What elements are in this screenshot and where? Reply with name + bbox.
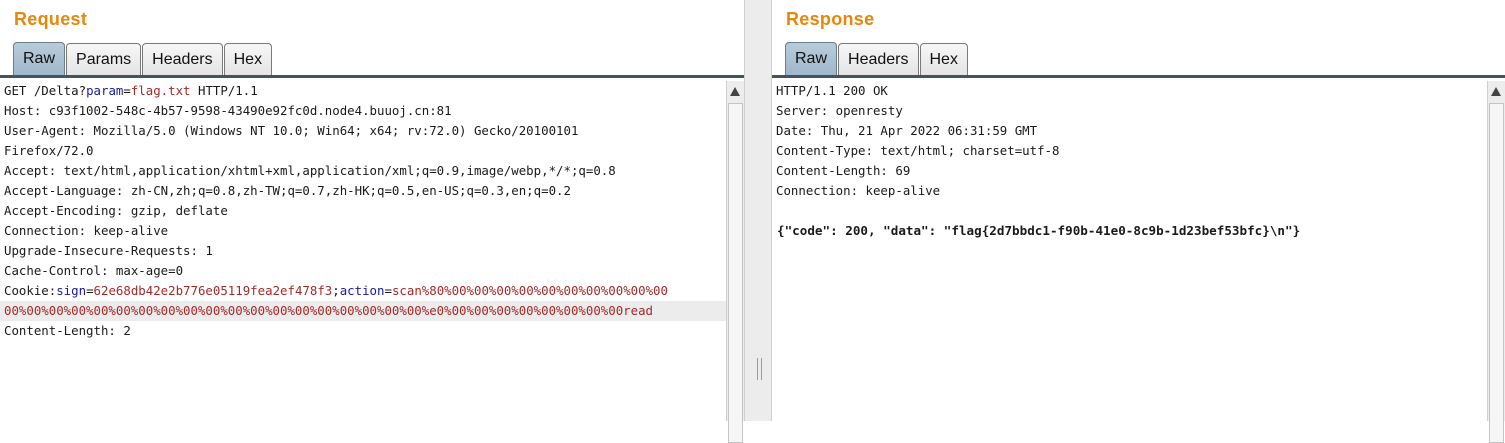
header-host: Host: c93f1002-548c-4b57-9598-43490e92fc… (4, 103, 452, 118)
response-header-date: Date: Thu, 21 Apr 2022 06:31:59 GMT (776, 123, 1038, 138)
response-scroll-thumb[interactable] (1489, 103, 1504, 443)
header-accept: Accept: text/html,application/xhtml+xml,… (4, 163, 616, 178)
request-tab-headers[interactable]: Headers (142, 43, 223, 75)
cookie-label: Cookie: (4, 283, 57, 298)
response-header-content-type: Content-Type: text/html; charset=utf-8 (776, 143, 1060, 158)
response-title: Response (786, 9, 875, 29)
header-cookie-cont: 00%00%00%00%00%00%00%00%00%00%00%00%00%0… (0, 301, 726, 321)
request-tab-params[interactable]: Params (66, 43, 142, 75)
response-tabs: Raw Headers Hex (785, 42, 969, 76)
header-user-agent: User-Agent: Mozilla/5.0 (Windows NT 10.0… (4, 123, 579, 138)
param-value: flag.txt (130, 83, 191, 98)
response-tab-raw[interactable]: Raw (785, 42, 838, 76)
cookie-action-value: scan%80%00%00%00%00%00%00%00%00%00%00 (391, 283, 668, 298)
header-connection: Connection: keep-alive (4, 223, 169, 238)
response-tab-headers[interactable]: Headers (838, 43, 919, 75)
scroll-up-arrow-icon[interactable] (730, 87, 740, 96)
cookie-action-name: action (339, 283, 385, 298)
cookie-sign-name: sign (56, 283, 87, 298)
response-header-server: Server: openresty (776, 103, 903, 118)
header-cache-control: Cache-Control: max-age=0 (4, 263, 184, 278)
response-scrollbar[interactable] (1487, 81, 1505, 443)
request-tab-rule (0, 75, 744, 78)
cookie-sign-value: 62e68db42e2b776e05119fea2ef478f3 (93, 283, 333, 298)
response-editor[interactable]: HTTP/1.1 200 OK Server: openresty Date: … (772, 81, 1487, 421)
response-status-line: HTTP/1.1 200 OK (776, 83, 888, 98)
request-tabs: Raw Params Headers Hex (13, 42, 273, 76)
request-scroll-thumb[interactable] (728, 103, 743, 443)
request-scrollbar[interactable] (726, 81, 744, 443)
request-tab-raw[interactable]: Raw (13, 42, 66, 76)
cookie-action-value-cont: 00%00%00%00%00%00%00%00%00%00%00%00%00%0… (4, 303, 654, 318)
response-body-json: {"code": 200, "data": "flag{2d7bbdc1-f90… (777, 223, 1301, 238)
header-content-length: Content-Length: 2 (4, 323, 131, 338)
header-accept-language: Accept-Language: zh-CN,zh;q=0.8,zh-TW;q=… (4, 183, 571, 198)
cookie-separator: ; (332, 283, 340, 298)
response-tab-hex[interactable]: Hex (919, 43, 968, 75)
panel-splitter[interactable] (744, 0, 772, 421)
response-blank-line (772, 201, 1487, 221)
param-name: param (86, 83, 124, 98)
header-cookie: Cookie:sign=62e68db42e2b776e05119fea2ef4… (0, 281, 726, 301)
response-panel: Response Raw Headers Hex HTTP/1.1 200 OK… (772, 0, 1505, 443)
request-tab-hex[interactable]: Hex (223, 43, 273, 75)
request-method-path: GET /Delta? (4, 83, 87, 98)
param-equals: = (123, 83, 131, 98)
header-upgrade-insecure: Upgrade-Insecure-Requests: 1 (4, 243, 213, 258)
request-title: Request (14, 9, 88, 29)
request-protocol: HTTP/1.1 (190, 83, 258, 98)
header-user-agent-cont: Firefox/72.0 (4, 143, 94, 158)
response-header-connection: Connection: keep-alive (776, 183, 941, 198)
cookie-sign-equals: = (86, 283, 94, 298)
request-panel: Request Raw Params Headers Hex GET /Delt… (0, 0, 744, 443)
response-tab-rule (772, 75, 1505, 78)
request-editor[interactable]: GET /Delta?param=flag.txt HTTP/1.1 Host:… (0, 81, 726, 421)
splitter-grip-icon[interactable] (757, 358, 762, 380)
header-accept-encoding: Accept-Encoding: gzip, deflate (4, 203, 228, 218)
scroll-up-arrow-icon[interactable] (1491, 87, 1501, 96)
response-header-content-length: Content-Length: 69 (776, 163, 911, 178)
cookie-action-equals: = (384, 283, 392, 298)
request-line: GET /Delta?param=flag.txt HTTP/1.1 (0, 81, 726, 101)
